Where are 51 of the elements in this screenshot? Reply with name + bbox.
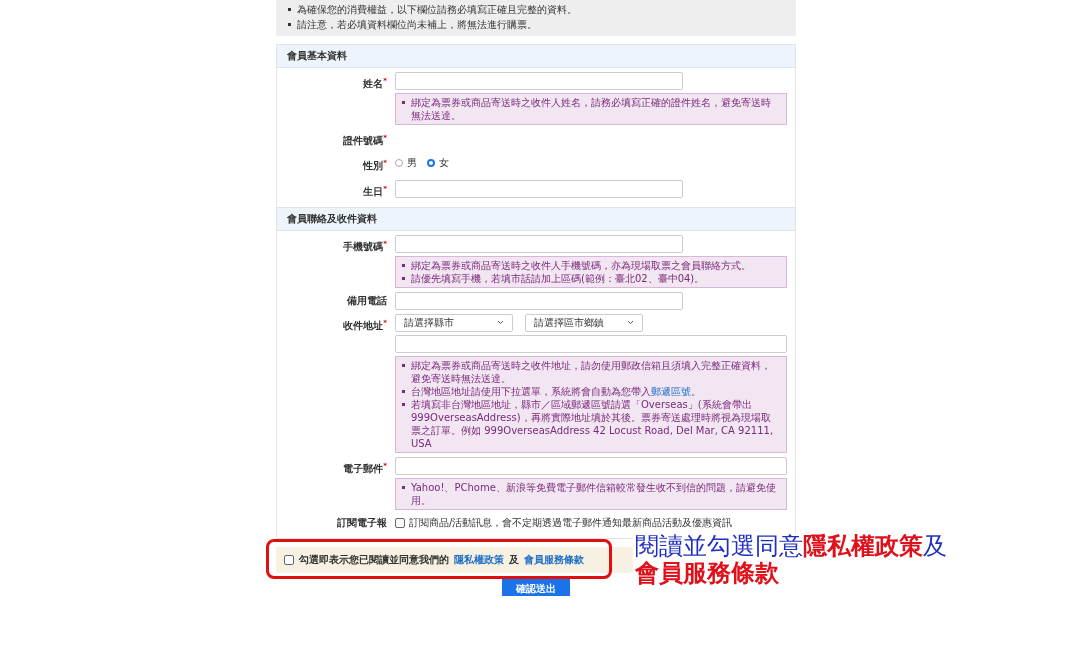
annotation-text: 閱讀並勾選同意隱私權政策及 會員服務條款 bbox=[633, 533, 947, 587]
zip-code-link[interactable]: 郵遞區號 bbox=[651, 386, 691, 397]
chevron-down-icon bbox=[497, 320, 504, 326]
checkbox[interactable] bbox=[284, 555, 294, 565]
hint-text: 若填寫非台灣地區地址，縣市／區域郵遞區號請選「Overseas」(系統會帶出999OverseasAddress)，再將實際地址填於其後。票券寄送處理時將視為現場取票之訂單。例如 999OverseasAddress 42 Locust Road, Del Mar, CA 92111, USA bbox=[411, 398, 775, 450]
field-label: 性別$^{*}$ bbox=[361, 158, 387, 174]
hint-text: Yahoo!、PChome、新浪等免費電子郵件信箱較常發生收不到信的問題，請避免使用。 bbox=[411, 481, 777, 507]
bullet-icon bbox=[402, 390, 405, 393]
privacy-policy-link[interactable]: 隱私權政策 bbox=[454, 553, 504, 567]
hint-text: 綁定為票券或商品寄送時之收件地址，請勿使用郵政信箱且須填入完整正確資料，避免寄送時無法送達。 bbox=[411, 359, 772, 385]
field-label: 備用電話 bbox=[346, 294, 387, 308]
bullet-icon bbox=[402, 277, 405, 280]
hint-text: 台灣地區地址請使用下拉選單，系統將會自動為您帶入郵遞區號。 bbox=[411, 385, 701, 398]
hint-text: 綁定為票券或商品寄送時之收件人手機號碼，亦為現場取票之會員聯絡方式。 bbox=[411, 259, 751, 272]
hint-text: 請優先填寫手機，若填市話請加上區碼(範例：臺北02、臺中04)。 bbox=[411, 272, 705, 285]
field-label: 訂閱電子報 bbox=[336, 516, 387, 530]
bullet-icon bbox=[288, 23, 291, 26]
hint-text: 綁定為票券或商品寄送時之收件人姓名，請務必填寫正確的證件姓名，避免寄送時無法送達。 bbox=[411, 96, 772, 122]
dropdown[interactable]: 請選擇縣市 bbox=[395, 314, 513, 332]
dropdown[interactable]: 請選擇區市鄉鎮 bbox=[525, 314, 643, 332]
field-label: 收件地址$^{*}$ bbox=[342, 318, 387, 334]
radio-button[interactable] bbox=[427, 159, 435, 168]
input-field[interactable] bbox=[395, 235, 683, 253]
field-label: 證件號碼$^{*}$ bbox=[342, 133, 387, 149]
input-field[interactable] bbox=[395, 335, 787, 353]
input-field[interactable] bbox=[395, 179, 683, 198]
field-label: 姓名$^{*}$ bbox=[362, 76, 387, 92]
field-label: 生日$^{*}$ bbox=[362, 183, 387, 199]
radio-label[interactable]: 男 bbox=[407, 156, 417, 171]
agreement-text: 勾選即表示您已閱讀並同意我們的 bbox=[299, 553, 449, 567]
section-header: 會員聯絡及收件資料 bbox=[277, 208, 795, 231]
bullet-icon bbox=[402, 264, 405, 267]
input-field[interactable] bbox=[395, 72, 683, 90]
bullet-icon bbox=[402, 101, 405, 104]
terms-link[interactable]: 會員服務條款 bbox=[524, 553, 584, 567]
notice-text: 請注意，若必填資料欄位尚未補上，將無法進行購票。 bbox=[297, 18, 537, 32]
field-label: 手機號碼$^{*}$ bbox=[342, 239, 387, 255]
section-header: 會員基本資料 bbox=[277, 45, 795, 68]
checkbox[interactable] bbox=[395, 518, 405, 528]
field-label: 電子郵件$^{*}$ bbox=[342, 461, 387, 477]
bullet-icon bbox=[402, 486, 405, 489]
checkbox-label[interactable]: 訂閱商品/活動訊息，會不定期透過電子郵件通知最新商品活動及優惠資訊 bbox=[409, 516, 733, 530]
radio-label[interactable]: 女 bbox=[439, 156, 449, 171]
bullet-icon bbox=[402, 364, 405, 367]
chevron-down-icon bbox=[627, 320, 634, 326]
bullet-icon bbox=[288, 8, 291, 11]
agreement-text: 及 bbox=[509, 553, 519, 567]
bullet-icon bbox=[402, 403, 405, 406]
input-field[interactable] bbox=[395, 292, 683, 310]
notice-text: 為確保您的消費權益，以下欄位請務必填寫正確且完整的資料。 bbox=[297, 3, 577, 17]
input-field[interactable] bbox=[395, 457, 787, 475]
